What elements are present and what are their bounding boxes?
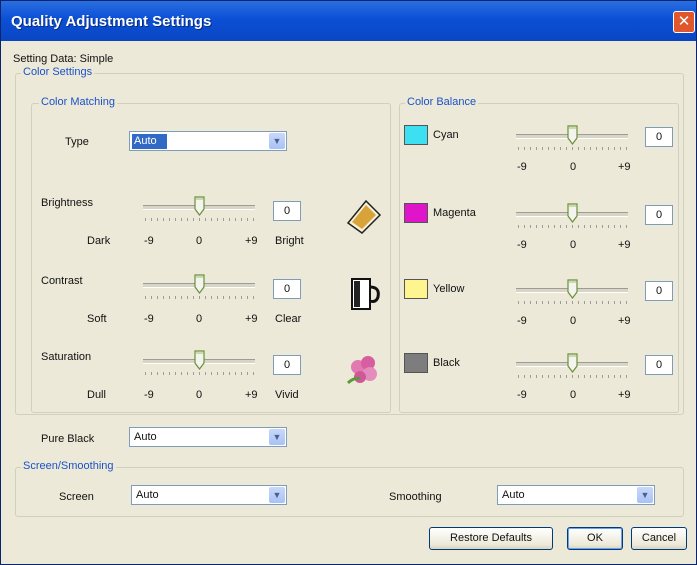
slider-thumb[interactable] (566, 279, 578, 299)
smoothing-value: Auto (502, 489, 525, 501)
black-value-field[interactable]: 0 (645, 355, 673, 375)
ok-button[interactable]: OK (567, 527, 623, 550)
saturation-right-label: Vivid (275, 389, 299, 401)
magenta-swatch (404, 203, 428, 223)
slider-thumb[interactable] (193, 274, 205, 294)
pure-black-value: Auto (134, 431, 157, 443)
window-title: Quality Adjustment Settings (11, 13, 212, 30)
contrast-icon (344, 273, 384, 316)
tick-min-label: -9 (517, 239, 527, 251)
tick-mid-label: 0 (196, 235, 203, 247)
tick-max-label: +9 (245, 389, 258, 401)
magenta-value-field[interactable]: 0 (645, 205, 673, 225)
tick-max-label: +9 (618, 161, 631, 173)
smoothing-select[interactable]: Auto ▼ (497, 485, 655, 505)
close-icon: ✕ (677, 13, 691, 30)
black-label: Black (433, 357, 460, 369)
chevron-down-icon[interactable]: ▼ (269, 429, 285, 445)
saturation-slider[interactable] (143, 348, 255, 378)
contrast-value-field[interactable]: 0 (273, 279, 301, 299)
chevron-down-icon[interactable]: ▼ (637, 487, 653, 503)
tick-max-label: +9 (618, 239, 631, 251)
cyan-label: Cyan (433, 129, 459, 141)
color-matching-title: Color Matching (39, 96, 117, 108)
yellow-value-field[interactable]: 0 (645, 281, 673, 301)
slider-ticks (145, 218, 254, 222)
slider-thumb[interactable] (193, 350, 205, 370)
slider-ticks (518, 301, 627, 305)
color-balance-title: Color Balance (405, 96, 479, 108)
tick-min-label: -9 (517, 315, 527, 327)
yellow-slider[interactable] (516, 277, 628, 307)
yellow-label: Yellow (433, 283, 465, 295)
tick-max-label: +9 (245, 313, 258, 325)
slider-ticks (518, 225, 627, 229)
screen-value: Auto (136, 489, 159, 501)
tick-mid-label: 0 (570, 315, 577, 327)
slider-thumb[interactable] (566, 125, 578, 145)
slider-thumb[interactable] (566, 203, 578, 223)
contrast-label: Contrast (41, 275, 83, 287)
contrast-slider[interactable] (143, 272, 255, 302)
slider-thumb[interactable] (566, 353, 578, 373)
magenta-slider[interactable] (516, 201, 628, 231)
tick-max-label: +9 (618, 389, 631, 401)
slider-ticks (518, 375, 627, 379)
cyan-slider[interactable] (516, 123, 628, 153)
contrast-right-label: Clear (275, 313, 302, 325)
type-select-value: Auto (132, 134, 167, 149)
slider-ticks (145, 372, 254, 376)
tick-mid-label: 0 (570, 389, 577, 401)
setting-data-label: Setting Data: Simple (13, 53, 114, 65)
slider-ticks (145, 296, 254, 300)
tick-mid-label: 0 (570, 161, 577, 173)
screen-label: Screen (59, 491, 94, 503)
brightness-left-label: Dark (87, 235, 111, 247)
tick-max-label: +9 (618, 315, 631, 327)
title-bar[interactable]: Quality Adjustment Settings ✕ (1, 1, 696, 41)
tick-min-label: -9 (144, 313, 154, 325)
type-label: Type (65, 136, 89, 148)
screen-select[interactable]: Auto ▼ (131, 485, 287, 505)
brightness-right-label: Bright (275, 235, 304, 247)
chevron-down-icon[interactable]: ▼ (269, 487, 285, 503)
saturation-left-label: Dull (87, 389, 106, 401)
pure-black-label: Pure Black (41, 433, 95, 445)
saturation-label: Saturation (41, 351, 92, 363)
dialog-window: Quality Adjustment Settings ✕ Setting Da… (0, 0, 697, 565)
type-select[interactable]: Auto ▼ (129, 131, 287, 151)
cyan-value-field[interactable]: 0 (645, 127, 673, 147)
magenta-label: Magenta (433, 207, 476, 219)
smoothing-label: Smoothing (389, 491, 442, 503)
saturation-value-field[interactable]: 0 (273, 355, 301, 375)
tick-min-label: -9 (517, 389, 527, 401)
tick-min-label: -9 (517, 161, 527, 173)
tick-mid-label: 0 (196, 389, 203, 401)
screen-smoothing-title: Screen/Smoothing (21, 460, 116, 472)
tick-mid-label: 0 (196, 313, 203, 325)
pure-black-select[interactable]: Auto ▼ (129, 427, 287, 447)
black-swatch (404, 353, 428, 373)
slider-thumb[interactable] (193, 196, 205, 216)
brightness-value-field[interactable]: 0 (273, 201, 301, 221)
brightness-slider[interactable] (143, 194, 255, 224)
brightness-label: Brightness (41, 197, 93, 209)
restore-defaults-button[interactable]: Restore Defaults (429, 527, 553, 550)
tick-min-label: -9 (144, 235, 154, 247)
tick-min-label: -9 (144, 389, 154, 401)
brightness-icon (344, 195, 384, 238)
color-settings-title: Color Settings (21, 66, 95, 78)
tick-max-label: +9 (245, 235, 258, 247)
chevron-down-icon[interactable]: ▼ (269, 133, 285, 149)
contrast-left-label: Soft (87, 313, 107, 325)
saturation-icon (344, 349, 384, 392)
cyan-swatch (404, 125, 428, 145)
black-slider[interactable] (516, 351, 628, 381)
close-button[interactable]: ✕ (673, 11, 695, 33)
tick-mid-label: 0 (570, 239, 577, 251)
cancel-button[interactable]: Cancel (631, 527, 687, 550)
slider-ticks (518, 147, 627, 151)
yellow-swatch (404, 279, 428, 299)
